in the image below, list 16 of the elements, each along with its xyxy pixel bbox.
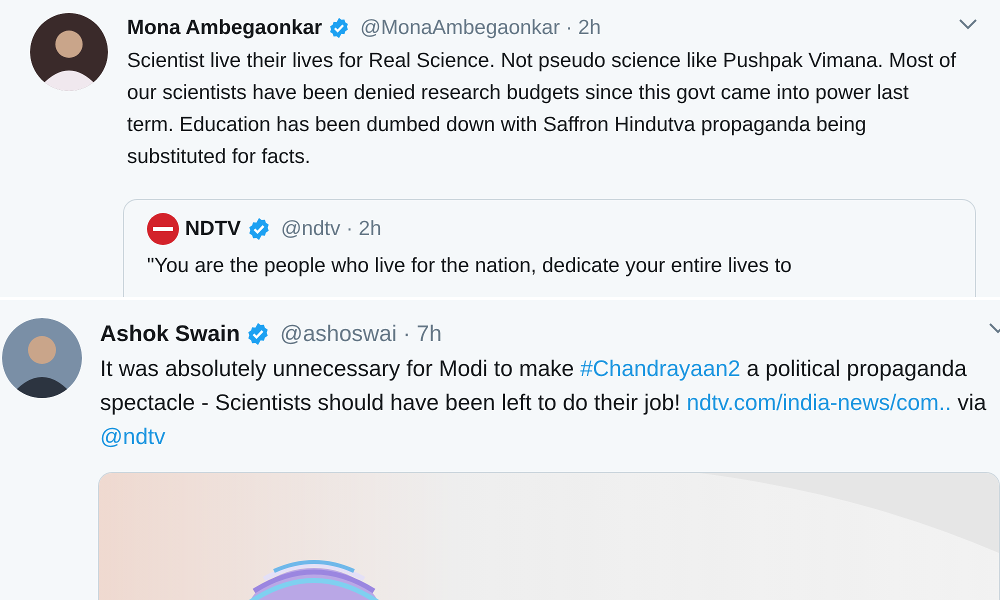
handle-and-time: @MonaAmbegaonkar · 2h bbox=[360, 16, 601, 40]
handle-and-time: @ashoswai · 7h bbox=[280, 321, 442, 347]
logo-icon bbox=[147, 213, 179, 245]
avatar[interactable] bbox=[2, 318, 82, 398]
verified-badge-icon bbox=[246, 217, 271, 241]
handle-and-time: @ndtv · 2h bbox=[280, 217, 382, 241]
tweet-text: It was absolutely unnecessary for Modi to make #Chandrayaan2 a political propaganda spectacle - Scientists should have been left to do their job! ndtv.com/india-news/com.. via @ndtv bbox=[100, 355, 988, 451]
quoted-text: "You are the people who live for the nation, dedicate your entire lives to bbox=[147, 254, 793, 278]
author-name[interactable]: NDTV bbox=[185, 217, 241, 241]
author-name[interactable]: Ashok Swain bbox=[100, 321, 240, 347]
author-name[interactable]: Mona Ambegaonkar bbox=[127, 16, 322, 40]
verified-badge-icon bbox=[246, 322, 270, 346]
verified-badge-icon bbox=[328, 17, 350, 39]
avatar[interactable] bbox=[30, 13, 108, 91]
chevron-down-icon[interactable] bbox=[958, 18, 978, 30]
tweet-text: Scientist live their lives for Real Science. Not pseudo science like Pushpak Vimana. Most of our scientists have been denied research budgets since this govt came into power last term. Education has been dumbed down with Saffron Hindutva propaganda being substituted for facts. bbox=[127, 48, 957, 170]
